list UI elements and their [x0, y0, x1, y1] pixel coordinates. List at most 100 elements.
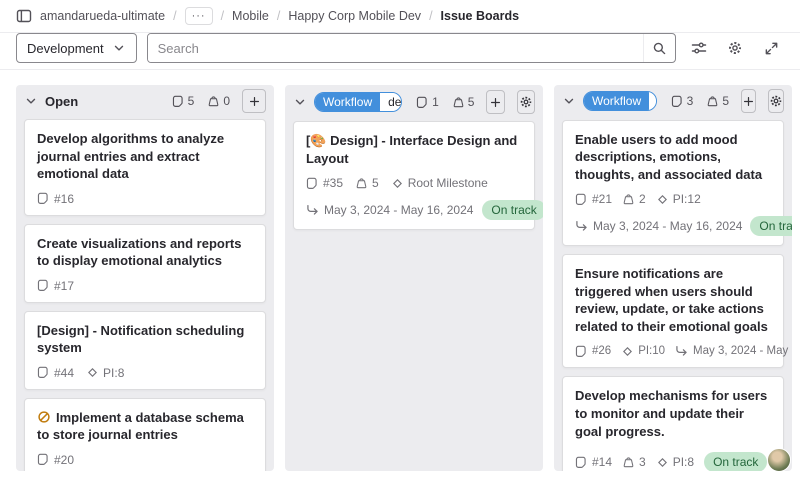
issue-reference: #20 [37, 453, 74, 467]
card-title: Enable users to add mood descriptions, e… [575, 131, 771, 184]
column-title: Open [45, 94, 78, 109]
weight-icon [452, 96, 465, 109]
issue-icon [306, 177, 319, 190]
health-status-badge: On track [750, 216, 792, 236]
board-toolbar: Development [0, 33, 800, 70]
add-issue-button[interactable] [741, 89, 756, 113]
weight-icon [207, 95, 220, 108]
iteration-diamond-icon [656, 456, 669, 469]
issue-card[interactable]: [🎨 Design] - Interface Design and Layout… [293, 121, 535, 230]
issue-icon [575, 456, 588, 469]
card-list: Enable users to add mood descriptions, e… [554, 116, 792, 471]
issue-icon [671, 95, 684, 108]
collapse-chevron-icon[interactable] [293, 95, 307, 109]
date-range-icon [575, 219, 589, 233]
date-range: May 3, 2024 - May 16, 2024 [675, 344, 792, 358]
chevron-down-icon [112, 41, 126, 55]
column-settings-gear-icon[interactable] [768, 89, 784, 113]
column-settings-gear-icon[interactable] [517, 90, 535, 114]
weight-count: 5 [452, 95, 475, 109]
expand-icon[interactable] [758, 35, 784, 61]
search-input[interactable] [148, 34, 643, 62]
breadcrumb-ellipsis-button[interactable]: ··· [185, 7, 213, 25]
scoped-label[interactable]: Workflow Ready for dev [583, 91, 657, 111]
issue-board: Open 5 0 Develop algorithms to analyze j… [0, 70, 800, 484]
issue-reference: #21 [575, 192, 612, 206]
card-title: Implement a database schema to store jou… [37, 409, 253, 444]
add-issue-button[interactable] [486, 90, 504, 114]
filter-sliders-icon[interactable] [686, 35, 712, 61]
board-column-workflow-ready-for-dev: Workflow Ready for dev 3 5 Enable users … [554, 85, 792, 471]
scoped-label[interactable]: Workflow design [314, 92, 402, 112]
card-title: [🎨 Design] - Interface Design and Layout [306, 132, 522, 167]
iteration-label: PI:8 [656, 455, 694, 469]
issue-count: 5 [172, 94, 195, 108]
issue-icon [37, 453, 50, 466]
weight-count: 0 [207, 94, 230, 108]
search-icon[interactable] [643, 34, 675, 62]
weight-icon [706, 95, 719, 108]
issue-icon [575, 345, 588, 358]
issue-count: 3 [671, 94, 694, 108]
column-header: Workflow design 1 5 [285, 85, 543, 117]
date-range-icon [306, 203, 320, 217]
breadcrumb-separator: / [429, 9, 432, 23]
iteration-diamond-icon [86, 366, 99, 379]
issue-reference: #16 [37, 192, 74, 206]
issue-reference: #44 [37, 366, 74, 380]
add-issue-button[interactable] [242, 89, 266, 113]
board-switcher-dropdown[interactable]: Development [16, 33, 137, 63]
iteration-label: PI:8 [86, 366, 124, 380]
weight-icon [355, 177, 368, 190]
weight-label: 2 [622, 192, 646, 206]
issue-icon [37, 279, 50, 292]
issue-reference: #14 [575, 455, 612, 469]
scoped-label-key: Workflow [584, 92, 649, 110]
issue-card[interactable]: Develop mechanisms for users to monitor … [562, 376, 784, 471]
assignee-avatars [767, 448, 791, 471]
breadcrumb-current-page: Issue Boards [441, 9, 520, 23]
issue-count: 1 [416, 95, 439, 109]
breadcrumb-separator: / [221, 9, 224, 23]
issue-icon [416, 96, 429, 109]
breadcrumb-group[interactable]: Mobile [232, 9, 269, 23]
scoped-label-value: design [380, 93, 402, 111]
issue-reference: #17 [37, 279, 74, 293]
scoped-label-key: Workflow [315, 93, 380, 111]
issue-card[interactable]: Implement a database schema to store jou… [24, 398, 266, 471]
weight-icon [622, 456, 635, 469]
issue-card[interactable]: Ensure notifications are triggered when … [562, 254, 784, 368]
issue-icon [37, 366, 50, 379]
card-title: Create visualizations and reports to dis… [37, 235, 253, 270]
date-range: May 3, 2024 - May 16, 2024 [306, 203, 473, 217]
milestone-diamond-icon [391, 177, 404, 190]
sidebar-toggle-icon[interactable] [16, 8, 32, 24]
breadcrumb-subgroup[interactable]: Happy Corp Mobile Dev [288, 9, 421, 23]
iteration-label: PI:10 [621, 345, 665, 358]
health-status-badge: On track [482, 200, 543, 220]
iteration-label: PI:12 [656, 192, 701, 206]
card-title: Develop mechanisms for users to monitor … [575, 387, 771, 440]
milestone-label: Root Milestone [391, 176, 488, 190]
issue-card[interactable]: Enable users to add mood descriptions, e… [562, 120, 784, 247]
board-column-open: Open 5 0 Develop algorithms to analyze j… [16, 85, 274, 471]
date-range-icon [675, 344, 689, 358]
board-switcher-value: Development [27, 41, 104, 56]
issue-card[interactable]: [Design] - Notification scheduling syste… [24, 311, 266, 390]
collapse-chevron-icon[interactable] [24, 94, 38, 108]
issue-card[interactable]: Create visualizations and reports to dis… [24, 224, 266, 303]
blocked-icon [37, 410, 51, 424]
weight-label: 5 [355, 176, 379, 190]
board-column-workflow-design: Workflow design 1 5 [🎨 Design] - Interfa… [285, 85, 543, 471]
breadcrumb-project[interactable]: amandarueda-ultimate [40, 9, 165, 23]
breadcrumb-separator: / [173, 9, 176, 23]
issue-card[interactable]: Develop algorithms to analyze journal en… [24, 119, 266, 216]
issue-reference: #35 [306, 176, 343, 190]
search-box [147, 33, 676, 63]
collapse-chevron-icon[interactable] [562, 94, 576, 108]
issue-icon [37, 192, 50, 205]
scoped-label-value: Ready for dev [649, 92, 657, 110]
avatar[interactable] [767, 448, 791, 471]
gear-icon[interactable] [722, 35, 748, 61]
iteration-diamond-icon [621, 345, 634, 358]
